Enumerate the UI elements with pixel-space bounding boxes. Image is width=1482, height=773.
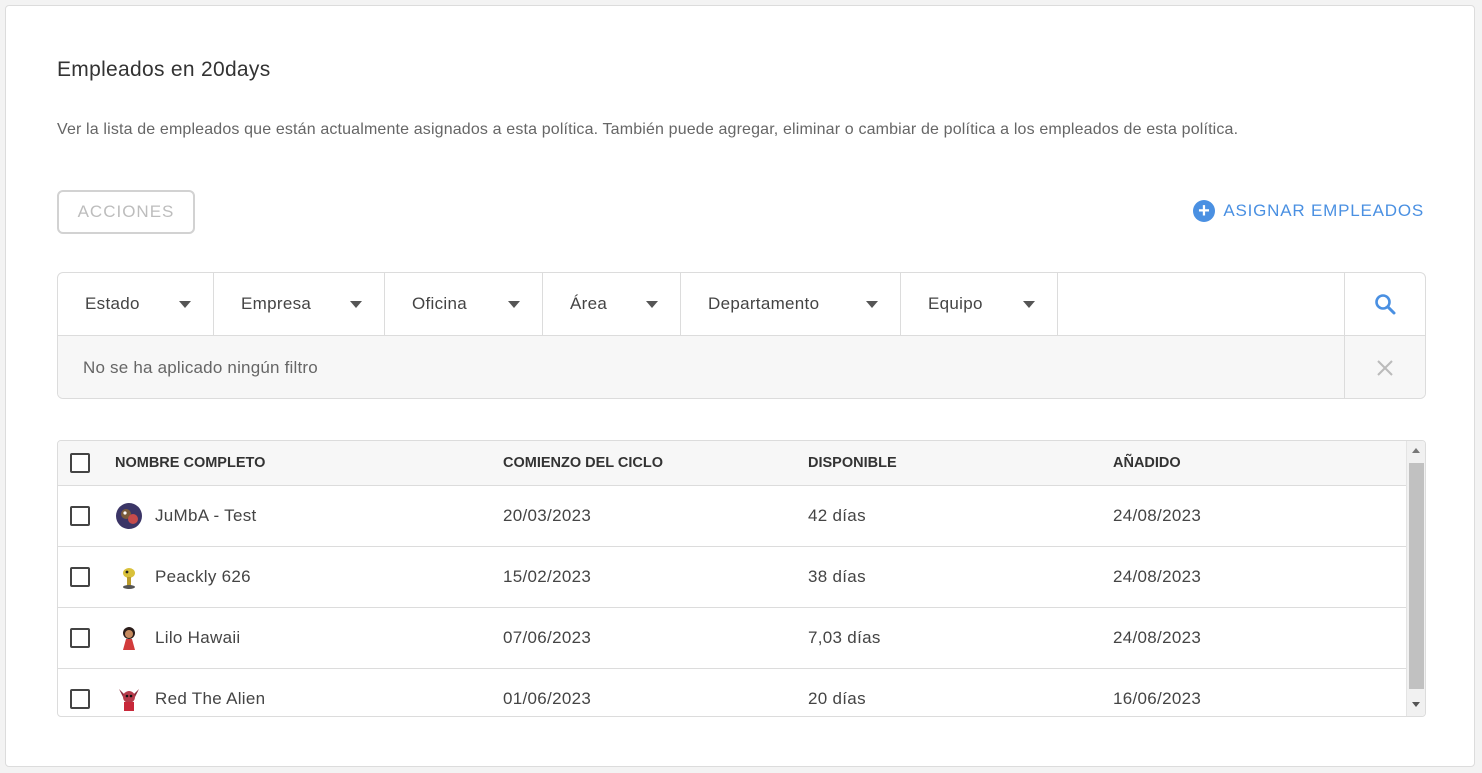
available-days: 20 días bbox=[808, 689, 866, 708]
close-icon bbox=[1377, 359, 1393, 376]
available-days: 7,03 días bbox=[808, 628, 881, 647]
filter-label: Área bbox=[570, 294, 608, 313]
row-checkbox[interactable] bbox=[70, 689, 90, 709]
row-checkbox[interactable] bbox=[70, 628, 90, 648]
scroll-down-arrow-icon[interactable] bbox=[1412, 702, 1420, 707]
employee-cell: Red The Alien bbox=[115, 685, 265, 713]
employees-card: Empleados en 20days Ver la lista de empl… bbox=[5, 5, 1475, 767]
column-header-added[interactable]: AÑADIDO bbox=[1113, 455, 1181, 471]
caret-down-icon bbox=[646, 300, 658, 308]
cycle-start: 07/06/2023 bbox=[503, 628, 592, 647]
clear-filters-button[interactable] bbox=[1345, 336, 1425, 398]
assign-employees-label: ASIGNAR EMPLEADOS bbox=[1223, 201, 1424, 220]
select-all-checkbox[interactable] bbox=[70, 453, 90, 473]
table-row[interactable]: Lilo Hawaii 07/06/2023 7,03 días 24/08/2… bbox=[58, 608, 1425, 669]
filter-equipo[interactable]: Equipo bbox=[901, 273, 1058, 335]
filter-departamento[interactable]: Departamento bbox=[681, 273, 901, 335]
filter-status-text: No se ha aplicado ningún filtro bbox=[58, 336, 1345, 398]
avatar bbox=[116, 503, 142, 529]
added-date: 24/08/2023 bbox=[1113, 506, 1202, 525]
avatar bbox=[123, 627, 135, 650]
page-title: Empleados en 20days bbox=[57, 58, 271, 81]
plus-circle-icon: + bbox=[1193, 200, 1216, 222]
table-scrollbar[interactable] bbox=[1406, 441, 1425, 716]
filter-status-row: No se ha aplicado ningún filtro bbox=[58, 336, 1425, 398]
cycle-start: 15/02/2023 bbox=[503, 567, 592, 586]
filter-search-input[interactable] bbox=[1058, 273, 1345, 335]
employee-cell: Lilo Hawaii bbox=[115, 624, 241, 652]
filter-label: Equipo bbox=[928, 294, 983, 313]
added-date: 16/06/2023 bbox=[1113, 689, 1202, 708]
avatar bbox=[123, 568, 135, 589]
employee-cell: Peackly 626 bbox=[115, 563, 251, 591]
employee-name[interactable]: Lilo Hawaii bbox=[155, 628, 241, 648]
caret-down-icon bbox=[350, 300, 362, 308]
avatar bbox=[119, 689, 139, 711]
employee-name[interactable]: JuMbA - Test bbox=[155, 506, 257, 526]
search-icon bbox=[1375, 294, 1396, 315]
employee-name[interactable]: Peackly 626 bbox=[155, 567, 251, 587]
table-header: NOMBRE COMPLETO COMIENZO DEL CICLO DISPO… bbox=[58, 441, 1425, 486]
filter-empresa[interactable]: Empresa bbox=[214, 273, 385, 335]
employee-name[interactable]: Red The Alien bbox=[155, 689, 265, 709]
cycle-start: 01/06/2023 bbox=[503, 689, 592, 708]
row-checkbox[interactable] bbox=[70, 567, 90, 587]
added-date: 24/08/2023 bbox=[1113, 628, 1202, 647]
caret-down-icon bbox=[866, 300, 878, 308]
page-description: Ver la lista de empleados que están actu… bbox=[57, 121, 1239, 138]
scroll-up-arrow-icon[interactable] bbox=[1412, 448, 1420, 453]
column-header-available[interactable]: DISPONIBLE bbox=[808, 455, 897, 471]
filter-bar: Estado Empresa Oficina Área Departamento… bbox=[58, 273, 1425, 336]
column-header-name[interactable]: NOMBRE COMPLETO bbox=[115, 455, 265, 471]
caret-down-icon bbox=[508, 300, 520, 308]
column-header-cycle[interactable]: COMIENZO DEL CICLO bbox=[503, 455, 663, 471]
filter-oficina[interactable]: Oficina bbox=[385, 273, 543, 335]
assign-employees-button[interactable]: + ASIGNAR EMPLEADOS bbox=[1193, 200, 1424, 222]
table-row[interactable]: Peackly 626 15/02/2023 38 días 24/08/202… bbox=[58, 547, 1425, 608]
employee-cell: JuMbA - Test bbox=[115, 502, 257, 530]
row-checkbox[interactable] bbox=[70, 506, 90, 526]
acciones-button[interactable]: ACCIONES bbox=[57, 190, 195, 234]
caret-down-icon bbox=[179, 300, 191, 308]
filter-label: Departamento bbox=[708, 294, 820, 313]
scrollbar-thumb[interactable] bbox=[1409, 463, 1424, 689]
available-days: 38 días bbox=[808, 567, 866, 586]
search-button[interactable] bbox=[1345, 273, 1425, 335]
filter-area[interactable]: Área bbox=[543, 273, 681, 335]
filter-label: Oficina bbox=[412, 294, 468, 313]
cycle-start: 20/03/2023 bbox=[503, 506, 592, 525]
table-row[interactable]: Red The Alien 01/06/2023 20 días 16/06/2… bbox=[58, 669, 1425, 716]
table-row[interactable]: JuMbA - Test 20/03/2023 42 días 24/08/20… bbox=[58, 486, 1425, 547]
caret-down-icon bbox=[1023, 300, 1035, 308]
filter-estado[interactable]: Estado bbox=[58, 273, 214, 335]
employees-table: NOMBRE COMPLETO COMIENZO DEL CICLO DISPO… bbox=[57, 440, 1426, 717]
filter-label: Empresa bbox=[241, 294, 312, 313]
added-date: 24/08/2023 bbox=[1113, 567, 1202, 586]
filter-label: Estado bbox=[85, 294, 140, 313]
filter-panel: Estado Empresa Oficina Área Departamento… bbox=[57, 272, 1426, 399]
available-days: 42 días bbox=[808, 506, 866, 525]
